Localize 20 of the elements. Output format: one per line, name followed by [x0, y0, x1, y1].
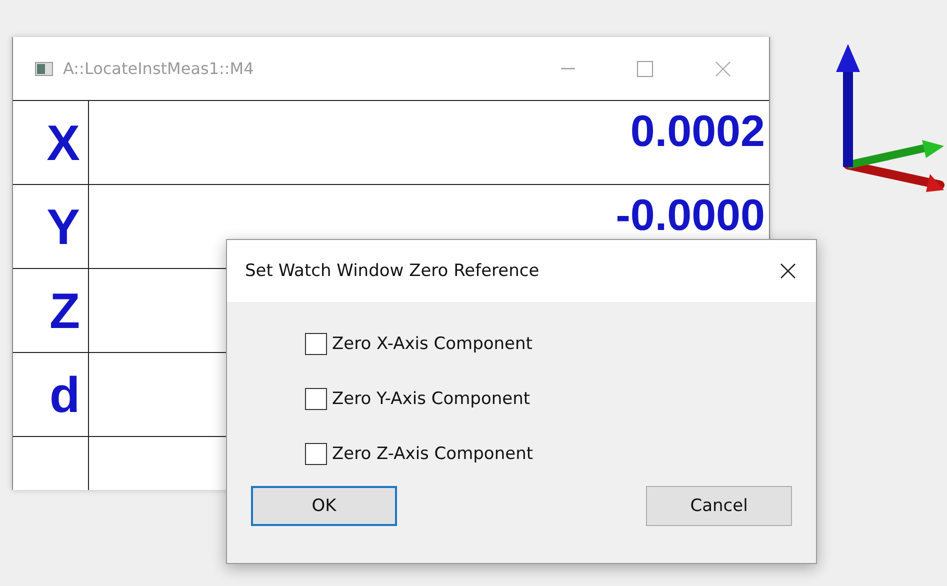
checkbox[interactable] — [305, 388, 327, 410]
maximize-icon[interactable] — [637, 60, 653, 76]
axis-label: Y — [46, 198, 80, 256]
ok-button[interactable]: OK — [251, 486, 397, 526]
axis-label: d — [49, 366, 80, 424]
checkbox[interactable] — [305, 333, 327, 355]
checkbox-label[interactable]: Zero Y-Axis Component — [332, 389, 530, 409]
cancel-button[interactable]: Cancel — [646, 486, 792, 526]
axis-value: 0.0002 — [630, 110, 765, 154]
checkbox-label[interactable]: Zero Z-Axis Component — [332, 444, 534, 464]
minimize-icon[interactable] — [561, 68, 575, 70]
checkbox[interactable] — [305, 443, 327, 465]
dialog-title: Set Watch Window Zero Reference — [245, 261, 540, 281]
close-icon[interactable] — [780, 263, 796, 279]
checkbox-label[interactable]: Zero X-Axis Component — [332, 334, 532, 354]
axis-label: Z — [49, 282, 80, 340]
axis-label: X — [46, 114, 80, 172]
window-icon — [35, 62, 53, 76]
axis-value: -0.0000 — [616, 194, 765, 238]
window-title: A::LocateInstMeas1::M4 — [63, 59, 255, 78]
